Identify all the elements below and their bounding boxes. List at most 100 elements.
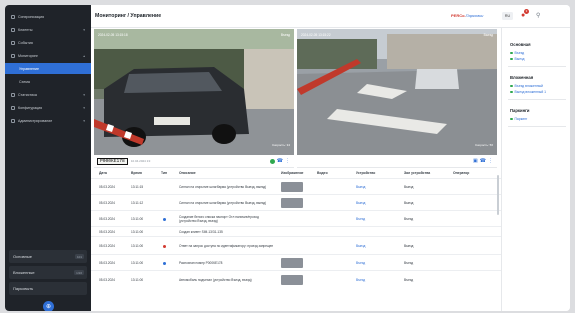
panel-device-item[interactable]: Выезд вложенный 1 [510, 90, 546, 94]
globe-icon[interactable]: ⊕ [43, 301, 54, 311]
panel-device-item[interactable]: Въезд вложенный [510, 84, 543, 88]
camera-timestamp: 2024-02-05 13:15:22 [301, 33, 331, 37]
camera-feed-entry [94, 29, 294, 155]
table-row[interactable]: 05.03.2024 13:11:15 Сигнал на открытие шла… [91, 178, 501, 194]
table-row[interactable]: 05.03.2024 13:11:00 Ответ на запрос доступ… [91, 236, 501, 254]
column-header[interactable]: Изображение [281, 168, 303, 178]
cell-date: 05.03.2024 [99, 277, 115, 282]
sidebar-item[interactable]: Администрирование ▾ [5, 115, 91, 126]
page-title: Мониторинг / Управление [95, 13, 162, 19]
cell-description: Ответ на запрос доступа по идентификатор… [179, 243, 274, 248]
event-type-icon [163, 244, 166, 248]
table-scrollbar[interactable] [497, 175, 499, 215]
cell-zone: Въезд [404, 260, 414, 265]
event-type-icon [163, 261, 166, 265]
panel-device-item[interactable]: Выезд [510, 57, 524, 61]
event-image-thumbnail[interactable] [281, 258, 303, 268]
cell-device[interactable]: Выезд [356, 179, 400, 194]
column-header[interactable]: Дата [99, 168, 107, 178]
panel-device-item[interactable]: Въезд [510, 51, 524, 55]
sidebar-item[interactable]: Синхронизация [5, 11, 91, 22]
status-dot-icon [510, 57, 513, 61]
camera-view-exit[interactable]: 2024-02-05 13:15:22 Выезд Скорость: 56 [297, 29, 497, 155]
cell-description: Распознан номер Р000КЕ178 [179, 260, 223, 265]
panel-divider [508, 66, 566, 67]
table-row[interactable]: 05.03.2024 13:11:00 Распознан номер Р000КЕ… [91, 254, 501, 270]
sidebar-item[interactable]: Управление [5, 63, 91, 74]
column-header[interactable]: Устройство [356, 168, 375, 178]
cell-time: 13:11:00 [131, 216, 144, 221]
camera-footer-entry: Р000КЕ178 10.04.2024 13: ☎ ⋮ [94, 155, 294, 168]
sidebar-item-label: События [18, 40, 33, 45]
panel-device-label: Паркинг [514, 117, 528, 121]
topbar: Мониторинг / Управление PERCo.Парковки R… [91, 5, 570, 28]
column-header[interactable]: Оператор [453, 168, 469, 178]
sidebar-item[interactable]: Конфигурация ▾ [5, 102, 91, 113]
sidebar-item-label: Клиенты [18, 27, 33, 32]
phone-icon[interactable]: ☎ [277, 158, 283, 164]
cell-description: Создание белого списка паспорт Отл налич… [179, 214, 259, 223]
cell-zone: Выезд [404, 243, 414, 248]
cell-device[interactable] [356, 227, 400, 236]
more-icon[interactable]: ⋮ [488, 158, 493, 164]
panel-divider [508, 126, 566, 127]
cell-device[interactable]: Въезд [356, 211, 400, 226]
cell-time: 13:11:00 [131, 260, 144, 265]
table-row[interactable]: 05.03.2024 13:11:00 Создан клиент SIM-13/3… [91, 226, 501, 236]
cell-device[interactable]: Въезд [356, 255, 400, 270]
cell-zone: Выезд [404, 184, 414, 189]
camera-name: Выезд [483, 33, 493, 37]
camera-speed: Скорость: 56 [475, 143, 493, 147]
sidebar-item-label: Конфигурация [18, 105, 43, 110]
stats-icon [11, 92, 15, 97]
cell-time: 13:11:15 [131, 184, 144, 189]
event-image-thumbnail[interactable] [281, 198, 303, 208]
column-header[interactable]: Описание [179, 168, 196, 178]
sidebar: Синхронизация Клиенты ▾ События Мониторинг ▴ У… [5, 5, 91, 311]
sidebar-group-label: Парковыть [13, 286, 34, 291]
column-header[interactable]: Время [131, 168, 142, 178]
phone-icon[interactable]: ☎ [480, 158, 486, 164]
table-row[interactable]: 05.03.2024 13:11:00 Автомобиль подъехал (у… [91, 270, 501, 288]
events-icon [11, 40, 15, 45]
camera-view-entry[interactable]: 2024-02-05 13:15:18 Въезд Скорость: 34 [94, 29, 294, 155]
brand-logo: PERCo.Парковки [451, 13, 483, 18]
panel-device-item[interactable]: Паркинг [510, 117, 527, 121]
sidebar-item-label: Мониторинг [18, 53, 38, 58]
sidebar-group[interactable]: Основные 101 [9, 250, 87, 263]
sidebar-group[interactable]: Вложенные 1/16 [9, 266, 87, 279]
cell-device[interactable]: Въезд [356, 271, 400, 288]
event-image-thumbnail[interactable] [281, 275, 303, 285]
column-header[interactable]: Видео [317, 168, 328, 178]
table-row[interactable]: 05.03.2024 13:11:12 Сигнал на открытие шла… [91, 194, 501, 210]
admin-icon [11, 118, 15, 123]
panel-section-title: Паркинги [510, 108, 530, 113]
camera-name: Въезд [280, 33, 290, 37]
panel-device-label: Выезд [514, 57, 525, 61]
panel-device-label: Выезд вложенный 1 [514, 90, 547, 94]
cell-device[interactable]: Выезд [356, 237, 400, 254]
plate-number: Р000КЕ178 [97, 157, 128, 165]
language-switch[interactable]: RU [502, 12, 513, 20]
cell-device[interactable]: Выезд [356, 195, 400, 210]
sidebar-item[interactable]: События [5, 37, 91, 48]
sidebar-item[interactable]: Схема [5, 76, 91, 87]
table-row[interactable]: 05.03.2024 13:11:00 Создание белого списка… [91, 210, 501, 226]
camera-footer-exit: ▣ ☎ ⋮ [297, 155, 497, 168]
search-icon[interactable]: ⚲ [536, 12, 540, 19]
events-table: Дата Время Тип Описание Изображение Видео Устр… [91, 168, 501, 311]
monitor-icon [11, 53, 15, 58]
sidebar-item[interactable]: Клиенты ▾ [5, 24, 91, 35]
more-icon[interactable]: ⋮ [285, 158, 290, 164]
sidebar-item[interactable]: Статистика ▾ [5, 89, 91, 100]
check-ok-icon[interactable] [269, 158, 275, 164]
status-dot-icon [510, 84, 513, 88]
device-tree-panel: Основная Въезд Выезд Вложенная Въезд вложенн… [501, 28, 570, 311]
column-header[interactable]: Зал устройства [404, 168, 430, 178]
camera-icon[interactable]: ▣ [473, 158, 478, 164]
sidebar-item[interactable]: Мониторинг ▴ [5, 50, 91, 61]
sidebar-group[interactable]: Парковыть [9, 282, 87, 295]
cell-date: 05.03.2024 [99, 229, 115, 234]
event-image-thumbnail[interactable] [281, 182, 303, 192]
column-header[interactable]: Тип [161, 168, 167, 178]
